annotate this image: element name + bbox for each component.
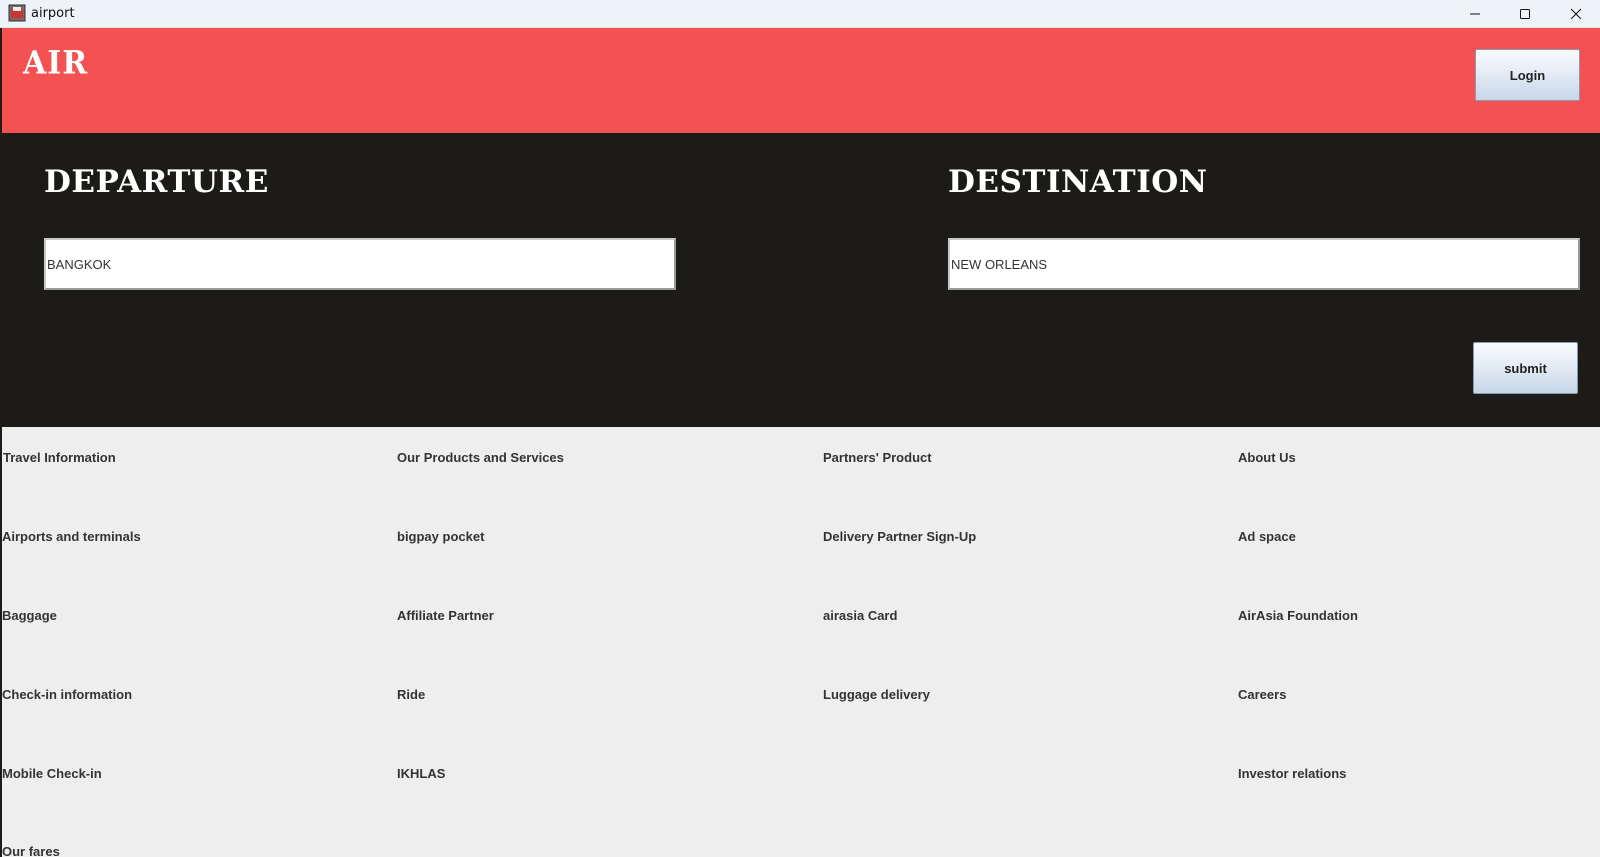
link-baggage[interactable]: Baggage: [2, 608, 57, 623]
departure-input[interactable]: [44, 238, 676, 290]
close-button[interactable]: [1552, 0, 1600, 28]
link-ride[interactable]: Ride: [397, 687, 425, 702]
login-button[interactable]: Login: [1475, 49, 1580, 101]
link-investor-relations[interactable]: Investor relations: [1238, 766, 1346, 781]
brand-logo-text: AIR: [23, 45, 89, 82]
link-luggage-delivery[interactable]: Luggage delivery: [823, 687, 930, 702]
link-airports-and-terminals[interactable]: Airports and terminals: [2, 529, 141, 544]
destination-title: DESTINATION: [948, 164, 1208, 200]
link-affiliate-partner[interactable]: Affiliate Partner: [397, 608, 494, 623]
window-title: airport: [31, 6, 75, 21]
link-ad-space[interactable]: Ad space: [1238, 529, 1296, 544]
submit-button[interactable]: submit: [1473, 342, 1578, 394]
link-about-us[interactable]: About Us: [1238, 450, 1296, 465]
close-icon: [1570, 8, 1582, 20]
minimize-button[interactable]: [1451, 0, 1499, 28]
link-our-products-and-services[interactable]: Our Products and Services: [397, 450, 564, 465]
maximize-button[interactable]: [1501, 0, 1549, 28]
link-travel-information[interactable]: Travel Information: [3, 450, 116, 465]
link-bigpay-pocket[interactable]: bigpay pocket: [397, 529, 484, 544]
footer-links: Travel Information Airports and terminal…: [0, 427, 1600, 857]
link-delivery-partner-sign-up[interactable]: Delivery Partner Sign-Up: [823, 529, 976, 544]
link-mobile-check-in[interactable]: Mobile Check-in: [2, 766, 102, 781]
link-ikhlas[interactable]: IKHLAS: [397, 766, 445, 781]
header-bar: AIR Login: [2, 28, 1600, 133]
departure-title: DEPARTURE: [44, 164, 269, 200]
link-our-fares[interactable]: Our fares: [2, 844, 60, 857]
maximize-icon: [1520, 9, 1530, 19]
destination-input[interactable]: [948, 238, 1580, 290]
search-panel: DEPARTURE DESTINATION submit: [2, 133, 1600, 427]
link-airasia-card[interactable]: airasia Card: [823, 608, 897, 623]
link-careers[interactable]: Careers: [1238, 687, 1286, 702]
link-partners-product[interactable]: Partners' Product: [823, 450, 932, 465]
airport-app-icon: [8, 4, 26, 22]
link-check-in-information[interactable]: Check-in information: [2, 687, 132, 702]
link-airasia-foundation[interactable]: AirAsia Foundation: [1238, 608, 1358, 623]
minimize-icon: [1470, 13, 1480, 15]
window-titlebar: airport: [0, 0, 1600, 28]
